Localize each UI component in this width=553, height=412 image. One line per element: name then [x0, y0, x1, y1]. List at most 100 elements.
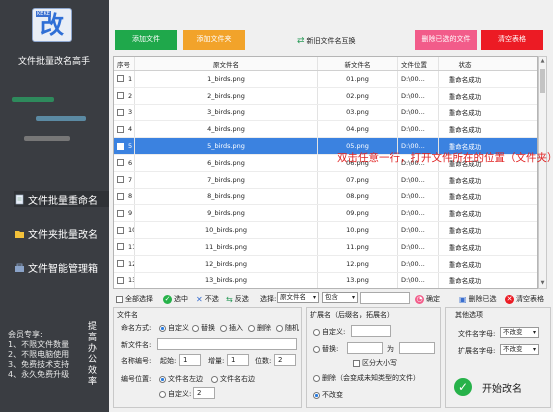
row-index-cell[interactable]: 6 — [114, 155, 135, 171]
ext-replace-radio[interactable]: 替换: — [313, 344, 338, 354]
row-index-cell[interactable]: 5 — [114, 138, 135, 154]
row-index-cell[interactable]: 3 — [114, 104, 135, 121]
table-row[interactable]: 3 3_birds.png 03.png D:\00... 重命名成功 — [114, 104, 537, 122]
pos-custom-input[interactable]: 2 — [193, 387, 215, 399]
case-sensitive-checkbox[interactable]: 区分大小写 — [353, 358, 397, 368]
confirm-button[interactable]: ◔ 确定 — [415, 294, 440, 304]
ext-unchanged-radio[interactable]: 不改变 — [313, 390, 343, 400]
table-scrollbar[interactable]: ▲ ▼ — [538, 56, 547, 289]
table-row[interactable]: 1313_birds.png13.pngD:\00... 重命名成功 — [114, 272, 537, 288]
add-folder-button[interactable]: 添加文件夹 — [183, 30, 245, 50]
method-custom-radio[interactable]: 自定义 — [159, 323, 189, 333]
row-index-cell[interactable]: 1 — [114, 71, 135, 87]
row-checkbox[interactable] — [117, 192, 124, 200]
nav-label: 文件夹批量改名 — [28, 229, 98, 241]
swap-names-button[interactable]: ⇄ 新旧文件名互换 — [297, 36, 356, 46]
row-checkbox[interactable] — [117, 243, 124, 251]
row-checkbox[interactable] — [117, 276, 124, 284]
new-name-cell: 13.png — [318, 272, 398, 288]
row-index-cell[interactable]: 12 — [114, 255, 135, 272]
table-row[interactable]: 1212_birds.png12.pngD:\00... 重命名成功 — [114, 255, 537, 273]
ext-replace-from-input[interactable] — [347, 342, 383, 354]
row-checkbox[interactable] — [117, 209, 124, 217]
delete-selected-files-button[interactable]: 删除已选的文件 — [415, 30, 477, 50]
table-row[interactable]: 2 2_birds.png 02.png D:\00... 重命名成功 — [114, 87, 537, 105]
file-table[interactable]: 序号 原文件名 新文件名 文件位置 状态 1 1_birds.png 01.png D… — [113, 56, 538, 289]
table-row[interactable]: 9 9_birds.png 09.png D:\00... 重命名成功 — [114, 205, 537, 223]
nav-batch-rename[interactable]: 文件批量重命名 — [14, 191, 109, 207]
blurred-info — [36, 116, 86, 121]
method-insert-radio[interactable]: 插入 — [220, 323, 243, 333]
row-checkbox[interactable] — [117, 92, 124, 100]
row-checkbox[interactable] — [117, 226, 124, 234]
row-checkbox[interactable] — [117, 260, 124, 268]
pos-right-radio[interactable]: 文件名右边 — [211, 374, 255, 384]
row-index: 8 — [128, 192, 133, 201]
operator-select[interactable]: 包含 — [322, 292, 358, 303]
select-all-checkbox[interactable]: 全部选择 — [116, 294, 153, 304]
scroll-up-icon[interactable]: ▲ — [539, 57, 546, 66]
scroll-thumb[interactable] — [540, 69, 545, 93]
invert-button[interactable]: ⇆ 反选 — [226, 294, 249, 304]
nav-folder-rename[interactable]: 文件夹批量改名 — [14, 225, 109, 241]
row-index-cell[interactable]: 13 — [114, 272, 135, 288]
row-checkbox[interactable] — [117, 75, 124, 83]
table-row[interactable]: 1010_birds.png10.pngD:\00... 重命名成功 — [114, 222, 537, 239]
choose-label: 选择: — [260, 295, 277, 303]
method-replace-radio[interactable]: 替换 — [192, 323, 215, 333]
step-label: 增量: — [208, 357, 225, 365]
row-index-cell[interactable]: 7 — [114, 171, 135, 188]
method-random-radio[interactable]: 随机 — [276, 323, 299, 333]
ext-replace-to-input[interactable] — [399, 342, 435, 354]
table-row[interactable]: 1111_birds.png11.pngD:\00... 重命名成功 — [114, 239, 537, 256]
col-location: 文件位置 — [398, 57, 439, 70]
row-index-cell[interactable]: 2 — [114, 87, 135, 104]
table-row[interactable]: 7 7_birds.png 07.png D:\00... 重命名成功 — [114, 171, 537, 189]
row-checkbox[interactable] — [117, 125, 124, 133]
method-label: 命名方式: — [121, 324, 152, 332]
table-row[interactable]: 1 1_birds.png 01.png D:\00... 重命名成功 — [114, 71, 537, 88]
clear-table-button[interactable]: 清空表格 — [481, 30, 543, 50]
pos-left-radio[interactable]: 文件名左边 — [159, 374, 203, 384]
digits-input[interactable]: 2 — [274, 354, 296, 366]
row-checkbox[interactable] — [117, 108, 124, 116]
blurred-info — [12, 97, 54, 102]
confirm-label: 确定 — [426, 295, 440, 303]
new-name-input[interactable] — [157, 338, 297, 350]
start-rename-button[interactable]: ✓ 开始改名 — [446, 364, 550, 410]
ext-custom-radio[interactable]: 自定义: — [313, 327, 345, 337]
pos-custom-radio[interactable]: 自定义: — [159, 389, 191, 399]
delete-selected-label: 删除已选 — [468, 295, 497, 303]
method-delete-radio[interactable]: 删除 — [248, 323, 271, 333]
field-select[interactable]: 原文件名 — [277, 292, 319, 303]
new-name-cell: 12.png — [318, 255, 398, 272]
row-index-cell[interactable]: 8 — [114, 188, 135, 205]
row-checkbox[interactable] — [117, 176, 124, 184]
filter-input[interactable] — [360, 292, 410, 304]
status-cell: 重命名成功 — [448, 210, 482, 219]
table-row[interactable]: 8 8_birds.png 08.png D:\00... 重命名成功 — [114, 188, 537, 206]
name-case-select[interactable]: 不改变 — [500, 327, 539, 338]
unselect-button[interactable]: ✕ 不选 — [196, 294, 219, 304]
ext-custom-input[interactable] — [351, 325, 391, 337]
add-file-button[interactable]: 添加文件 — [115, 30, 177, 50]
row-index-cell[interactable]: 11 — [114, 239, 135, 255]
ext-case-select[interactable]: 不改变 — [500, 344, 539, 355]
location-cell: D:\00... — [398, 205, 439, 222]
row-index-cell[interactable]: 9 — [114, 205, 135, 222]
row-checkbox[interactable] — [117, 159, 124, 167]
ext-delete-radio[interactable]: 删除（会变成未知类型的文件） — [313, 373, 420, 383]
new-name-cell: 03.png — [318, 104, 398, 121]
clear-table-small-button[interactable]: ✕ 清空表格 — [505, 294, 544, 304]
start-input[interactable]: 1 — [179, 354, 201, 366]
select-button[interactable]: ✓ 选中 — [163, 294, 188, 304]
row-index-cell[interactable]: 10 — [114, 222, 135, 238]
nav-smart-manager[interactable]: 文件智能管理箱 — [14, 259, 109, 275]
scroll-down-icon[interactable]: ▼ — [539, 279, 546, 288]
row-checkbox[interactable] — [117, 142, 124, 150]
step-input[interactable]: 1 — [227, 354, 249, 366]
row-index-cell[interactable]: 4 — [114, 121, 135, 138]
table-row[interactable]: 4 4_birds.png 04.png D:\00... 重命名成功 — [114, 121, 537, 139]
select-label: 选中 — [174, 295, 188, 303]
delete-selected-button[interactable]: ▣ 删除已选 — [459, 294, 497, 304]
